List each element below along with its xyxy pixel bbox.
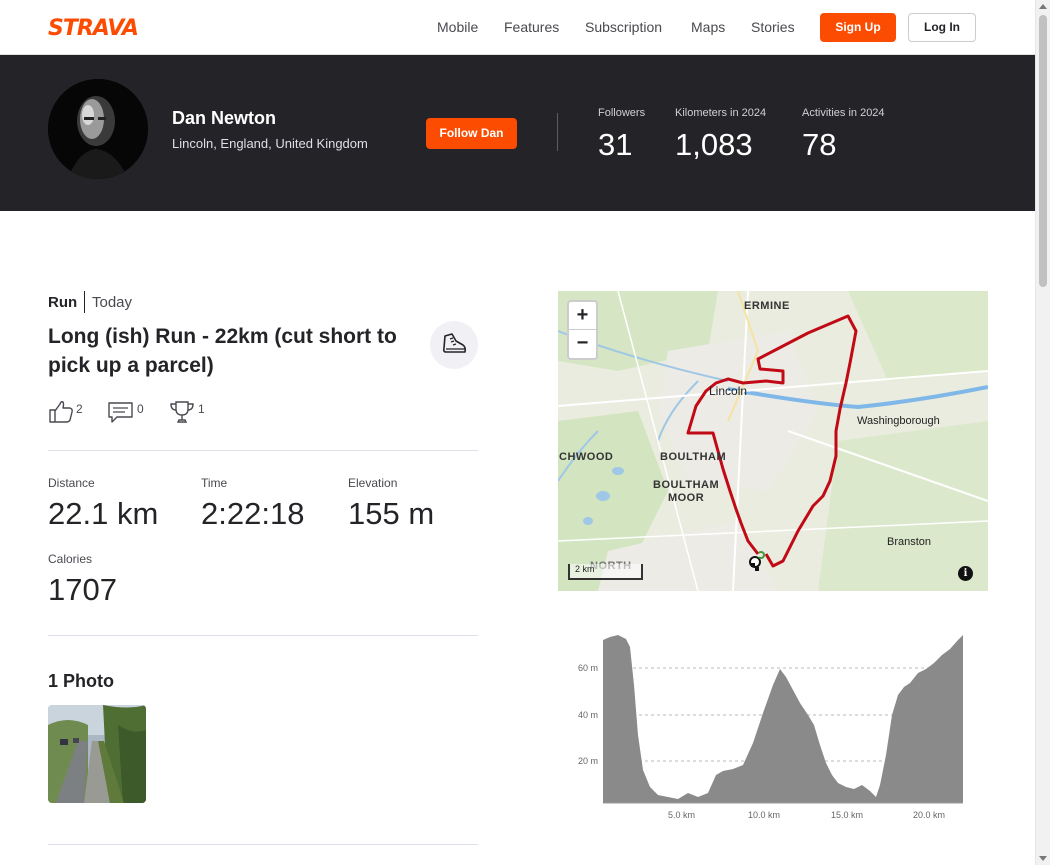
kudos-count[interactable]: 2 xyxy=(76,402,83,416)
map-label-ermine: ERMINE xyxy=(744,300,790,312)
calories-label: Calories xyxy=(48,552,93,566)
nav-link-features[interactable]: Features xyxy=(504,19,559,35)
divider xyxy=(48,635,478,636)
nav-link-mobile[interactable]: Mobile xyxy=(437,19,478,35)
x-tick-10: 10.0 km xyxy=(748,810,780,820)
nav-link-stories[interactable]: Stories xyxy=(751,19,795,35)
follow-button[interactable]: Follow Dan xyxy=(426,118,517,149)
achievements-count[interactable]: 1 xyxy=(198,402,205,416)
photos-title: 1 Photo xyxy=(48,671,114,691)
elevation-value: 155 m xyxy=(348,496,435,531)
athlete-name[interactable]: Dan Newton xyxy=(172,108,276,129)
x-tick-15: 15.0 km xyxy=(831,810,863,820)
zoom-control: + − xyxy=(567,300,598,360)
end-marker xyxy=(757,551,765,559)
calories-value: 1707 xyxy=(48,572,117,607)
map-label-boultham-moor: BOULTHAM MOOR xyxy=(653,479,720,504)
athlete-header: Dan Newton Lincoln, England, United King… xyxy=(0,55,1035,211)
time-label: Time xyxy=(201,476,228,490)
divider xyxy=(557,113,558,151)
divider xyxy=(48,450,478,451)
kilometers-value: 1,083 xyxy=(675,127,753,162)
activities-label: Activities in 2024 xyxy=(802,107,885,119)
trophy-icon[interactable] xyxy=(169,400,195,424)
map-label-branston: Branston xyxy=(887,536,932,548)
avatar[interactable] xyxy=(48,79,148,179)
activities-value: 78 xyxy=(802,127,837,162)
activity-title: Long (ish) Run - 22km (cut short to pick… xyxy=(48,325,397,377)
followers-value: 31 xyxy=(598,127,633,162)
scroll-down-arrow[interactable] xyxy=(1039,856,1047,861)
top-nav: STRAVA Mobile Features Subscription Maps… xyxy=(0,0,1035,55)
map-info-button[interactable]: i xyxy=(958,566,973,581)
nav-link-subscription[interactable]: Subscription xyxy=(585,19,662,35)
comment-icon[interactable] xyxy=(107,400,134,424)
followers-label: Followers xyxy=(598,107,646,119)
sign-up-button[interactable]: Sign Up xyxy=(820,13,896,42)
comments-count[interactable]: 0 xyxy=(137,402,144,416)
page-scrollbar[interactable] xyxy=(1035,0,1050,865)
shoe-button[interactable] xyxy=(430,321,478,369)
divider xyxy=(48,844,478,845)
athlete-location: Lincoln, England, United Kingdom xyxy=(172,136,368,151)
strava-logo[interactable]: STRAVA xyxy=(48,16,139,41)
time-value: 2:22:18 xyxy=(201,496,305,531)
map-label-birchwood: CHWOOD xyxy=(559,451,614,463)
elevation-label: Elevation xyxy=(348,476,398,490)
map-scale: 2 km xyxy=(568,564,643,580)
distance-label: Distance xyxy=(48,476,95,490)
y-tick-60: 60 m xyxy=(578,663,598,673)
activity-photo[interactable] xyxy=(48,705,146,803)
y-tick-40: 40 m xyxy=(578,710,598,720)
nav-link-maps[interactable]: Maps xyxy=(691,19,725,35)
kilometers-label: Kilometers in 2024 xyxy=(675,107,767,119)
x-tick-20: 20.0 km xyxy=(913,810,945,820)
x-tick-5: 5.0 km xyxy=(668,810,695,820)
activity-date: Today xyxy=(92,294,133,311)
shoe-icon xyxy=(442,333,467,353)
y-tick-20: 20 m xyxy=(578,756,598,766)
scrollbar-thumb[interactable] xyxy=(1039,15,1047,287)
map-label-boultham: BOULTHAM xyxy=(660,451,727,463)
log-in-button[interactable]: Log In xyxy=(908,13,976,42)
elevation-chart[interactable]: 60 m 40 m 20 m 5.0 km 10.0 km 15.0 km 20… xyxy=(558,625,988,825)
kudos-icon[interactable] xyxy=(48,400,74,424)
map-label-washingborough: Washingborough xyxy=(857,415,940,427)
scroll-up-arrow[interactable] xyxy=(1039,4,1047,9)
map-label-lincoln: Lincoln xyxy=(709,384,748,398)
checkered-flag-icon xyxy=(751,563,759,571)
activity-type: Run xyxy=(48,294,78,311)
zoom-in-button[interactable]: + xyxy=(569,302,596,330)
divider xyxy=(84,291,85,313)
distance-value: 22.1 km xyxy=(48,496,159,531)
zoom-out-button[interactable]: − xyxy=(569,330,596,358)
